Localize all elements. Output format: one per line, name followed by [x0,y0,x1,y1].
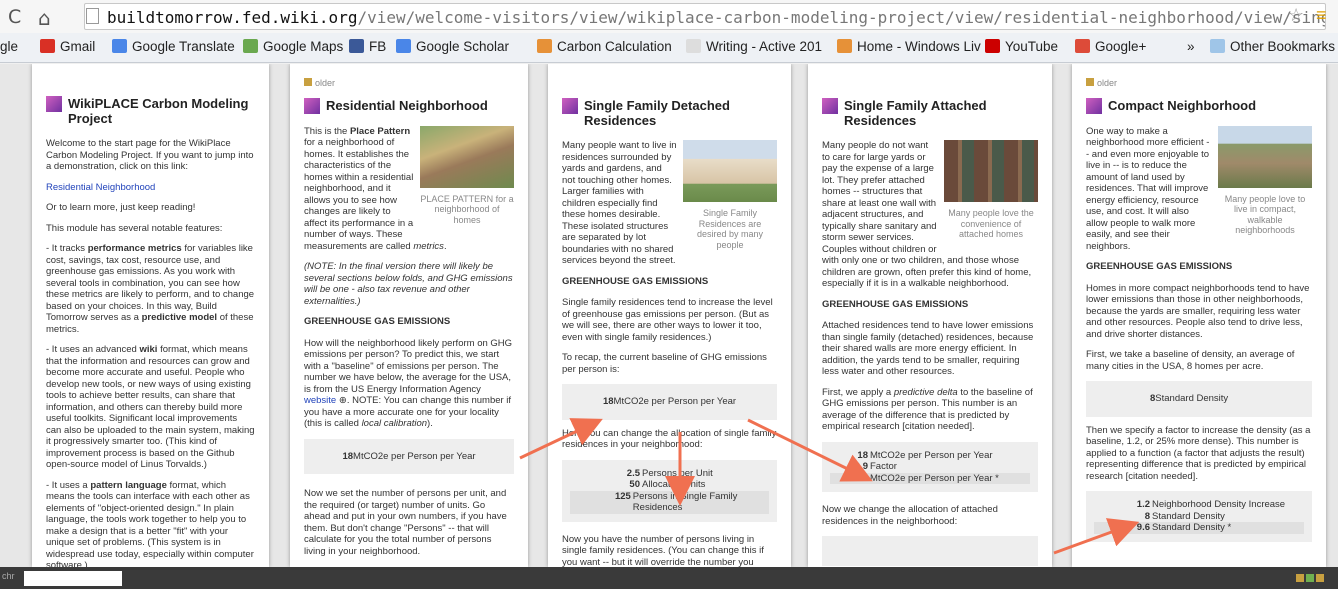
bookmark-google-maps[interactable]: Google Maps [243,39,343,54]
bookmark-favicon-icon [686,39,701,53]
page-icon [86,8,99,24]
status-search-input[interactable] [24,571,122,586]
bookmark-label: Google Scholar [416,39,510,54]
arrow-to-delta [747,418,873,482]
bookmark-home-windows-liv[interactable]: Home - Windows Liv [837,39,981,54]
bookmark-fb[interactable]: FB [349,39,386,54]
bookmark-gmail[interactable]: Gmail [40,39,95,54]
bookmark-label: FB [369,39,387,54]
status-indicator-icon [1306,574,1314,582]
status-bar: chr [0,567,1338,589]
bookmark-label: Google Maps [263,39,344,54]
bookmark-favicon-icon [396,39,411,53]
bookmark-favicon-icon [349,39,364,53]
bookmark-favicon-icon [1210,39,1225,53]
bookmark-favicon-icon [243,39,258,53]
bookmark-label: Google+ [1095,39,1147,54]
status-label: chr [2,571,15,581]
url-path: /view/welcome-visitors/view/wikiplace-ca… [357,8,1325,27]
address-bar[interactable]: buildtomorrow.fed.wiki.org/view/welcome-… [84,3,1326,30]
bookmark-favicon-icon [1075,39,1090,53]
arrow-to-density [1053,518,1140,555]
bookmark-label: Writing - Active 201 [706,39,823,54]
bookmark-google-translate[interactable]: Google Translate [112,39,235,54]
bookmark-carbon-calculation[interactable]: Carbon Calculation [537,39,672,54]
bookmark-label: Google Translate [132,39,235,54]
bookmark-favicon-icon [837,39,852,53]
browser-toolbar: C ⌂ buildtomorrow.fed.wiki.org/view/welc… [0,0,1338,33]
reload-icon[interactable]: C [8,6,21,28]
bookmark-youtube[interactable]: YouTube [985,39,1058,54]
bookmark-google[interactable]: Google+ [1075,39,1146,54]
bookmark-label: Other Bookmarks [1230,39,1336,54]
bookmark-label: Carbon Calculation [557,39,672,54]
annotation-arrows [519,418,1140,555]
bookmark-star-icon[interactable]: ☆ [1288,5,1304,26]
bookmark-google-scholar[interactable]: Google Scholar [396,39,509,54]
status-indicator-icon [1296,574,1304,582]
bookmarks-bar: gle Gmail Google Translate Google Maps FB Goo… [0,33,1338,63]
menu-icon[interactable]: ≡ [1316,5,1327,26]
bookmark-favicon-icon [985,39,1000,53]
bookmark-favicon-icon [537,39,552,53]
bookmark-favicon-icon [40,39,55,53]
bookmark-label: YouTube [1005,39,1059,54]
home-icon[interactable]: ⌂ [38,6,51,30]
bookmark-other-bookmarks[interactable]: Other Bookmarks [1210,39,1335,54]
url-domain: buildtomorrow.fed.wiki.org [107,8,358,27]
bookmark-favicon-icon [112,39,127,53]
bookmark-label: Home - Windows Liv [857,39,981,54]
bookmark-label: gle [0,39,19,54]
bookmark-label: Gmail [60,39,96,54]
bookmark-writing-active-201[interactable]: Writing - Active 201 [686,39,822,54]
bookmark-label: » [1187,39,1195,54]
bookmark-gle[interactable]: gle [0,39,18,54]
arrow-to-baseline [519,418,603,460]
bookmark-[interactable]: » [1187,39,1195,54]
status-indicator-icon [1316,574,1324,582]
wiki-lineup: WikiPLACE Carbon Modeling Project Welcom… [0,64,1338,567]
